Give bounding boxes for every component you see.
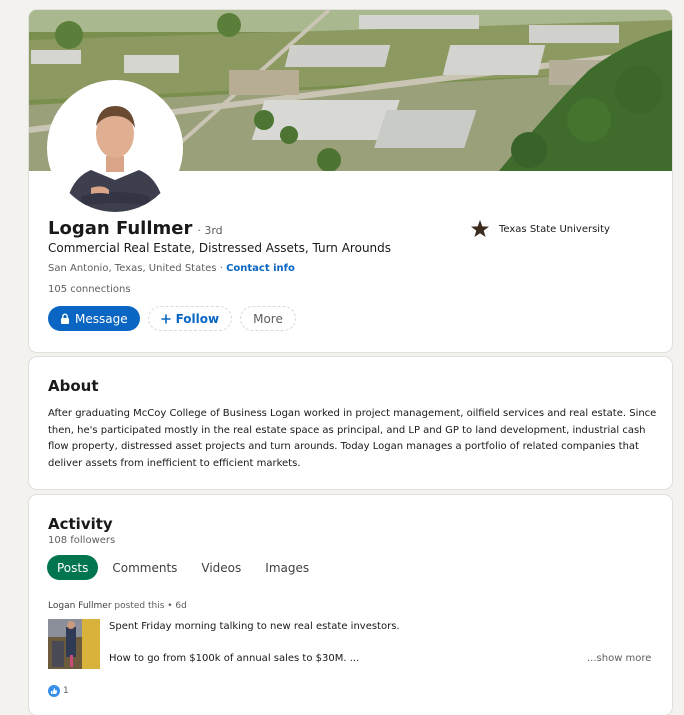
plus-icon [161,314,171,323]
message-label: Message [75,311,128,326]
about-text: After graduating McCoy College of Busine… [48,408,657,469]
school-link[interactable]: Texas State University [470,219,610,239]
location-separator: · [216,263,227,274]
profile-name: Logan Fullmer [48,218,193,239]
show-more-link[interactable]: ...show more [587,653,651,664]
school-name: Texas State University [499,223,610,235]
post-text-line-2[interactable]: How to go from $100k of annual sales to … [109,653,359,664]
profile-actions: Message Follow More [48,306,304,331]
post-thumbnail[interactable] [48,619,100,669]
reaction-count: 1 [63,686,69,696]
post-time: posted this • 6d [111,601,187,611]
post-reactions[interactable]: 1 [48,685,69,697]
tab-images[interactable]: Images [255,555,319,580]
activity-card: Activity 108 followers Posts Comments Vi… [29,495,672,715]
follow-button[interactable]: Follow [147,306,233,331]
activity-tabs: Posts Comments Videos Images [47,555,323,580]
location-row: San Antonio, Texas, United States · Cont… [48,263,295,274]
contact-info-link[interactable]: Contact info [226,263,295,274]
tab-posts[interactable]: Posts [47,555,99,580]
lock-icon [61,313,69,324]
profile-location: San Antonio, Texas, United States [48,263,217,274]
followers-count: 108 followers [48,535,116,546]
more-button[interactable]: More [240,306,296,331]
tab-videos[interactable]: Videos [191,555,251,580]
tab-comments[interactable]: Comments [102,555,187,580]
post-meta: Logan Fullmer posted this • 6d [48,601,187,611]
profile-headline: Commercial Real Estate, Distressed Asset… [48,241,392,255]
more-label: More [253,311,283,326]
follow-label: Follow [175,311,220,326]
connection-degree: · 3rd [197,224,223,237]
post-text-line-1[interactable]: Spent Friday morning talking to new real… [109,621,400,632]
post-author[interactable]: Logan Fullmer [48,601,112,611]
activity-title: Activity [48,515,113,533]
about-title: About [48,377,99,395]
profile-avatar[interactable] [47,80,183,216]
like-reaction-icon [48,685,60,697]
profile-card: Logan Fullmer · 3rd Commercial Real Esta… [29,10,672,352]
about-card: About After graduating McCoy College of … [29,357,672,489]
school-star-icon [471,220,489,237]
message-button[interactable]: Message [48,306,140,331]
name-row: Logan Fullmer · 3rd [48,218,223,239]
connections-count: 105 connections [48,284,131,295]
